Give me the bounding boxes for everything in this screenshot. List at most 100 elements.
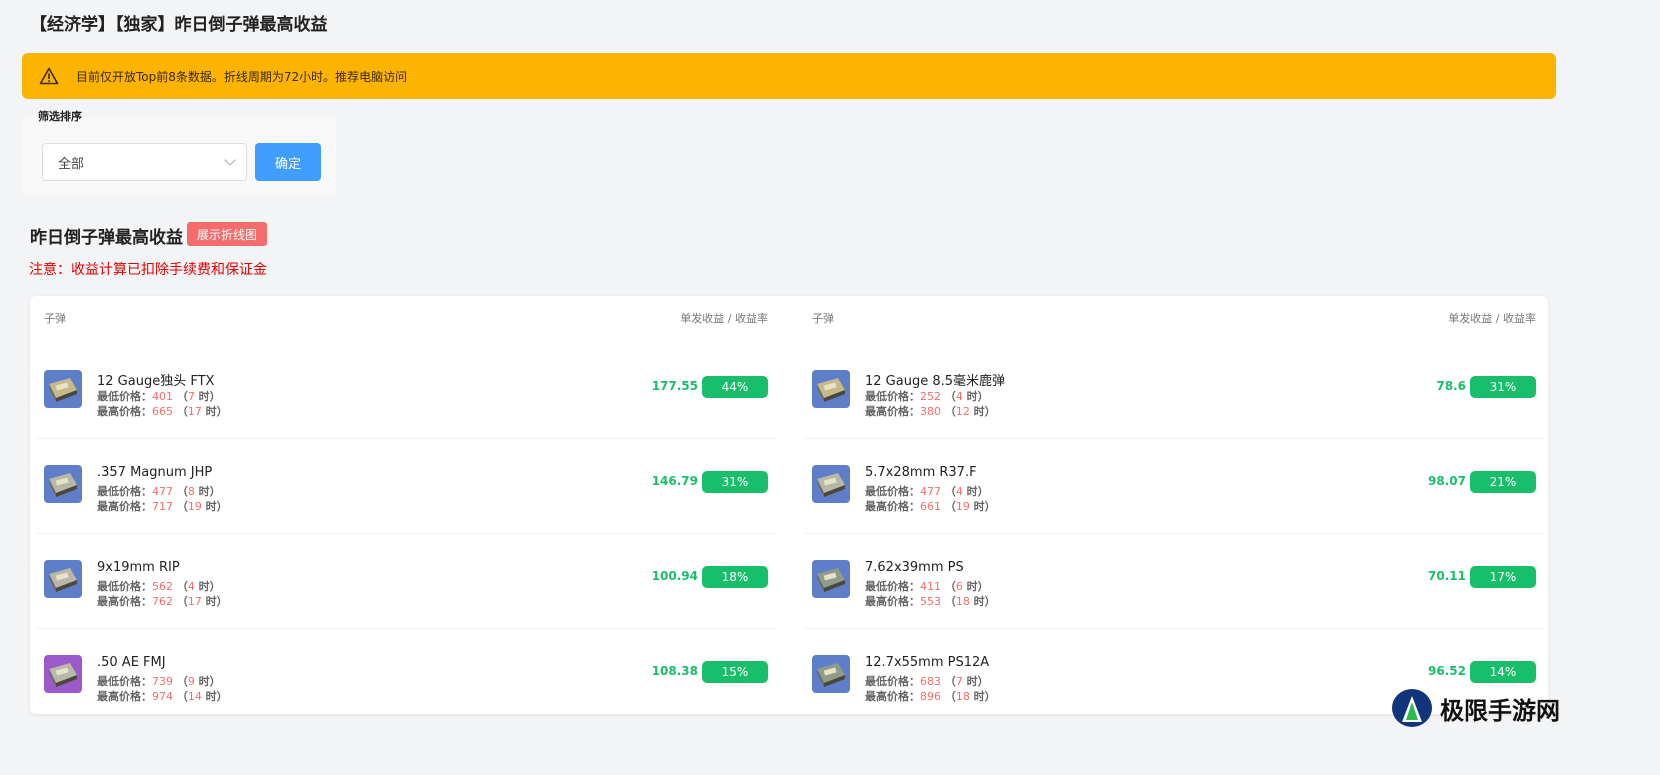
- max-price-hours: 18: [955, 690, 970, 703]
- profit-rate-badge: 31%: [1470, 376, 1536, 398]
- unit-profit: 100.94: [651, 569, 698, 583]
- section-title: 昨日倒子弹最高收益: [30, 228, 183, 248]
- max-price-label: 最高价格：: [97, 405, 152, 418]
- max-price-hours: 14: [187, 690, 202, 703]
- ammo-thumbnail: [812, 560, 850, 598]
- unit-profit: 108.38: [651, 664, 698, 678]
- ammo-name: 12 Gauge独头 FTX: [97, 374, 215, 389]
- max-price-line: 最高价格：762 （17 时）: [97, 595, 228, 608]
- warning-icon: [38, 65, 60, 87]
- table-header: 子弹 单发收益 / 收益率: [44, 310, 768, 326]
- ammo-name: 9x19mm RIP: [97, 560, 180, 575]
- min-price-hours: 7: [955, 675, 963, 688]
- notice-text: 目前仅开放Top前8条数据。折线周期为72小时。推荐电脑访问: [76, 69, 408, 84]
- min-price-line: 最低价格：477 （4 时）: [865, 485, 989, 498]
- max-price-label: 最高价格：: [97, 595, 152, 608]
- confirm-button[interactable]: 确定: [255, 143, 321, 181]
- profit-rate-badge: 44%: [702, 376, 768, 398]
- max-price-line: 最高价格：974 （14 时）: [97, 690, 228, 703]
- min-price-value: 477: [920, 485, 941, 498]
- min-price-value: 562: [152, 580, 173, 593]
- page-title: 【经济学】【独家】昨日倒子弹最高收益: [30, 15, 328, 35]
- table-row[interactable]: .50 AE FMJ 最低价格：739 （9 时） 最高价格：974 （14 时） 1…: [37, 629, 775, 724]
- table-row[interactable]: 7.62x39mm PS 最低价格：411 （6 时） 最高价格：553 （18 时…: [805, 534, 1543, 629]
- show-chart-button[interactable]: 展示折线图: [187, 222, 268, 246]
- max-price-hours: 19: [955, 500, 970, 513]
- sort-select-value: 全部: [58, 156, 85, 172]
- min-price-line: 最低价格：683 （7 时）: [865, 675, 989, 688]
- ammo-name: 12.7x55mm PS12A: [865, 655, 990, 670]
- min-price-label: 最低价格：: [865, 390, 920, 403]
- site-logo-icon: [1392, 689, 1432, 727]
- table-row[interactable]: 12 Gauge 8.5毫米鹿弹 最低价格：252 （4 时） 最高价格：380 （…: [805, 344, 1543, 439]
- fee-note: 注意：收益计算已扣除手续费和保证金: [29, 262, 267, 278]
- max-price-value: 762: [152, 595, 173, 608]
- min-price-label: 最低价格：: [865, 675, 920, 688]
- profit-table: 子弹 单发收益 / 收益率 12 Gauge独头 FTX 最低价格：401 （7 …: [30, 296, 1548, 714]
- min-price-value: 477: [152, 485, 173, 498]
- max-price-line: 最高价格：661 （19 时）: [865, 500, 996, 513]
- min-price-label: 最低价格：: [97, 390, 152, 403]
- sort-select[interactable]: 全部: [42, 143, 247, 181]
- min-price-label: 最低价格：: [865, 485, 920, 498]
- ammo-thumbnail: [44, 655, 82, 693]
- max-price-line: 最高价格：896 （18 时）: [865, 690, 996, 703]
- ammo-name: .357 Magnum JHP: [97, 465, 213, 480]
- chevron-down-icon: [224, 154, 236, 166]
- ammo-name: 12 Gauge 8.5毫米鹿弹: [865, 374, 1006, 389]
- ammo-thumbnail: [44, 370, 82, 408]
- min-price-line: 最低价格：401 （7 时）: [97, 390, 221, 403]
- unit-profit: 78.6: [1436, 379, 1466, 393]
- header-bullet: 子弹: [44, 312, 66, 325]
- min-price-line: 最低价格：252 （4 时）: [865, 390, 989, 403]
- min-price-label: 最低价格：: [865, 580, 920, 593]
- min-price-hours: 4: [955, 485, 963, 498]
- min-price-hours: 9: [187, 675, 195, 688]
- min-price-value: 683: [920, 675, 941, 688]
- min-price-hours: 4: [187, 580, 195, 593]
- max-price-line: 最高价格：665 （17 时）: [97, 405, 228, 418]
- header-profit-rate: 单发收益 / 收益率: [1448, 312, 1536, 325]
- site-watermark: 极限手游网: [1390, 688, 1560, 728]
- min-price-line: 最低价格：562 （4 时）: [97, 580, 221, 593]
- min-price-line: 最低价格：411 （6 时）: [865, 580, 989, 593]
- max-price-line: 最高价格：717 （19 时）: [97, 500, 228, 513]
- max-price-hours: 19: [187, 500, 202, 513]
- min-price-value: 411: [920, 580, 941, 593]
- ammo-thumbnail: [812, 655, 850, 693]
- table-row[interactable]: .357 Magnum JHP 最低价格：477 （8 时） 最高价格：717 （1…: [37, 439, 775, 534]
- unit-profit: 98.07: [1428, 474, 1466, 488]
- header-bullet: 子弹: [812, 312, 834, 325]
- notice-banner: 目前仅开放Top前8条数据。折线周期为72小时。推荐电脑访问: [22, 53, 1556, 99]
- ammo-thumbnail: [812, 370, 850, 408]
- min-price-label: 最低价格：: [97, 675, 152, 688]
- max-price-hours: 18: [955, 595, 970, 608]
- profit-rate-badge: 18%: [702, 566, 768, 588]
- profit-rate-badge: 17%: [1470, 566, 1536, 588]
- min-price-hours: 4: [955, 390, 963, 403]
- table-row[interactable]: 5.7x28mm R37.F 最低价格：477 （4 时） 最高价格：661 （19…: [805, 439, 1543, 534]
- max-price-hours: 17: [187, 595, 202, 608]
- max-price-value: 896: [920, 690, 941, 703]
- table-column-left: 子弹 单发收益 / 收益率 12 Gauge独头 FTX 最低价格：401 （7 …: [37, 296, 775, 714]
- unit-profit: 146.79: [651, 474, 698, 488]
- max-price-label: 最高价格：: [865, 405, 920, 418]
- unit-profit: 70.11: [1428, 569, 1466, 583]
- min-price-label: 最低价格：: [97, 580, 152, 593]
- max-price-line: 最高价格：380 （12 时）: [865, 405, 996, 418]
- table-row[interactable]: 9x19mm RIP 最低价格：562 （4 时） 最高价格：762 （17 时） 1…: [37, 534, 775, 629]
- min-price-value: 401: [152, 390, 173, 403]
- table-row[interactable]: 12 Gauge独头 FTX 最低价格：401 （7 时） 最高价格：665 （17…: [37, 344, 775, 439]
- max-price-hours: 17: [187, 405, 202, 418]
- min-price-hours: 8: [187, 485, 195, 498]
- unit-profit: 177.55: [651, 379, 698, 393]
- max-price-label: 最高价格：: [865, 690, 920, 703]
- profit-rate-badge: 15%: [702, 661, 768, 683]
- ammo-name: 7.62x39mm PS: [865, 560, 964, 575]
- max-price-label: 最高价格：: [97, 690, 152, 703]
- max-price-value: 661: [920, 500, 941, 513]
- ammo-thumbnail: [812, 465, 850, 503]
- max-price-value: 974: [152, 690, 173, 703]
- min-price-line: 最低价格：739 （9 时）: [97, 675, 221, 688]
- min-price-hours: 6: [955, 580, 963, 593]
